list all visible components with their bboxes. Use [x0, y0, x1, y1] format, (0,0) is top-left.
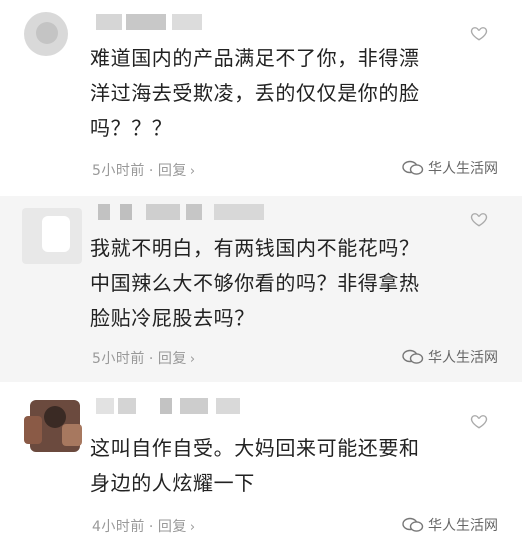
comment-time: 4小时前 [92, 519, 145, 535]
chevron-right-icon[interactable]: › [190, 520, 196, 535]
blurred-username [96, 398, 246, 416]
comment-text: 难道国内的产品满足不了你，非得漂 洋过海去受欺凌，丢的仅仅是你的脸 吗？？？ [90, 46, 420, 140]
chevron-right-icon[interactable]: › [190, 164, 196, 179]
comment-item: 我就不明白，有两钱国内不能花吗？ 中国辣么大不够你看的吗？非得拿热 脸贴冷屁股去… [0, 196, 522, 382]
comment-meta: 5小时前 · 回复 › [92, 160, 196, 180]
avatar[interactable] [22, 8, 88, 64]
blurred-username [96, 14, 206, 32]
chevron-right-icon[interactable]: › [190, 352, 196, 367]
reply-button[interactable]: 回复 [158, 163, 187, 179]
blurred-username [98, 204, 268, 222]
watermark-text: 华人生活网 [428, 518, 498, 534]
watermark: 华人生活网 [402, 158, 498, 178]
comment-meta: 4小时前 · 回复 › [92, 516, 196, 536]
watermark: 华人生活网 [402, 347, 498, 367]
comment-text: 我就不明白，有两钱国内不能花吗？ 中国辣么大不够你看的吗？非得拿热 脸贴冷屁股去… [90, 236, 420, 330]
wechat-icon [402, 349, 424, 364]
heart-outline-icon[interactable] [470, 210, 488, 228]
comment-time: 5小时前 [92, 163, 145, 179]
wechat-icon [402, 160, 424, 175]
comment-item: 难道国内的产品满足不了你，非得漂 洋过海去受欺凌，丢的仅仅是你的脸 吗？？？ 5… [0, 0, 522, 196]
watermark-text: 华人生活网 [428, 350, 498, 366]
watermark: 华人生活网 [402, 515, 498, 535]
comment-item: 这叫自作自受。大妈回来可能还要和 身边的人炫耀一下 4小时前 · 回复 › 华人生活网 [0, 382, 522, 556]
heart-outline-icon[interactable] [470, 412, 488, 430]
reply-button[interactable]: 回复 [158, 519, 187, 535]
meta-separator: · [148, 163, 154, 179]
meta-separator: · [148, 351, 154, 367]
watermark-text: 华人生活网 [428, 161, 498, 177]
reply-button[interactable]: 回复 [158, 351, 187, 367]
heart-outline-icon[interactable] [470, 24, 488, 42]
wechat-icon [402, 517, 424, 532]
avatar[interactable] [22, 396, 88, 452]
comment-time: 5小时前 [92, 351, 145, 367]
avatar[interactable] [22, 208, 88, 264]
comment-text: 这叫自作自受。大妈回来可能还要和 身边的人炫耀一下 [90, 436, 420, 495]
comment-meta: 5小时前 · 回复 › [92, 348, 196, 368]
meta-separator: · [148, 519, 154, 535]
